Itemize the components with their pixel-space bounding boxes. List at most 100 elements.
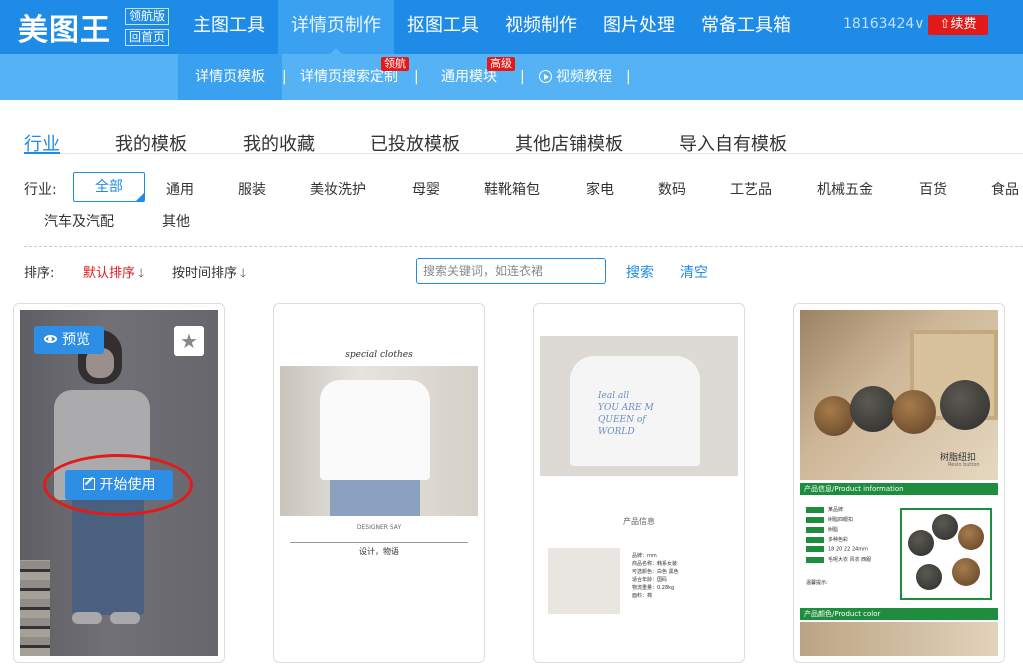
product-info-list: 品牌：mm 商品名称：韩系女装 可选颜色：白色 黑色 适合年龄：国码 物流重量：… bbox=[632, 552, 679, 600]
resin-button-subtitle: Resin button bbox=[948, 462, 980, 468]
sub-nav: 详情页模板 | 详情页搜索定制 领航 | 通用模块 高级 | 视频教程 | bbox=[0, 54, 1023, 100]
spec-value: 18 20 22 24mm bbox=[828, 546, 868, 553]
main-nav: 主图工具 详情页制作 抠图工具 视频制作 图片处理 常备工具箱 bbox=[180, 0, 804, 54]
filter-automotive[interactable]: 汽车及汽配 bbox=[44, 211, 114, 231]
filter-hardware[interactable]: 机械五金 bbox=[817, 179, 873, 199]
tab-import-own-templates[interactable]: 导入自有模板 bbox=[679, 130, 787, 156]
info-line: 面料：棉 bbox=[632, 593, 653, 599]
product-info-bar: 产品信息/Product information bbox=[800, 483, 998, 495]
search-input[interactable] bbox=[416, 258, 606, 284]
spec-value: 树脂 bbox=[828, 527, 839, 533]
filter-beauty[interactable]: 美妆洗护 bbox=[310, 179, 366, 199]
advanced-badge: 高级 bbox=[487, 57, 515, 71]
filter-crafts[interactable]: 工艺品 bbox=[730, 179, 772, 199]
spec-tag bbox=[806, 546, 824, 552]
spec-row: 多种色彩 bbox=[806, 536, 848, 543]
nav-main-image-tools[interactable]: 主图工具 bbox=[180, 0, 278, 54]
nav-detail-page[interactable]: 详情页制作 bbox=[278, 0, 394, 54]
spec-tag bbox=[806, 526, 824, 533]
spec-tag bbox=[806, 556, 824, 563]
filter-general[interactable]: 通用 bbox=[166, 179, 194, 199]
subnav-video-tutorial[interactable]: 视频教程 bbox=[539, 54, 612, 100]
template-card[interactable]: special clothes DESIGNER SAY 设计，物语 bbox=[273, 303, 485, 663]
renew-button[interactable]: ⇧续费 bbox=[928, 15, 988, 35]
filter-apparel[interactable]: 服装 bbox=[238, 179, 266, 199]
video-tutorial-label: 视频教程 bbox=[556, 69, 612, 85]
info-line: 商品名称：韩系女装 bbox=[632, 561, 678, 567]
renew-label: 续费 bbox=[950, 17, 977, 32]
nav-toolbox[interactable]: 常备工具箱 bbox=[688, 0, 804, 54]
user-account[interactable]: 18163424∨ bbox=[843, 16, 925, 32]
top-nav: 美图王 领航版 回首页 主图工具 详情页制作 抠图工具 视频制作 图片处理 常备… bbox=[0, 0, 1023, 54]
product-thumbnail bbox=[548, 548, 620, 614]
nav-image-processing[interactable]: 图片处理 bbox=[590, 0, 688, 54]
button-product bbox=[932, 514, 958, 540]
favorite-button[interactable]: ★ bbox=[174, 326, 204, 356]
subnav-detail-templates[interactable]: 详情页模板 bbox=[178, 54, 282, 100]
separator: | bbox=[626, 69, 631, 85]
preview-button[interactable]: 预览 bbox=[34, 326, 104, 354]
sort-default-label: 默认排序 bbox=[83, 266, 136, 281]
upgrade-arrow-icon: ⇧ bbox=[939, 17, 951, 32]
edit-icon bbox=[82, 478, 95, 490]
template-thumbnail: Ieal all YOU ARE M QUEEN of WORLD 产品信息 品… bbox=[540, 310, 738, 656]
tip-note: 温馨提示: bbox=[806, 580, 828, 586]
spec-row: 毛呢大衣 风衣 西服 bbox=[806, 556, 871, 563]
template-card[interactable]: 预览 ★ 开始使用 bbox=[13, 303, 225, 663]
edition-tag: 领航版 bbox=[125, 8, 170, 25]
nav-video[interactable]: 视频制作 bbox=[492, 0, 590, 54]
spec-row: 树脂 bbox=[806, 526, 838, 533]
nav-cutout-tools[interactable]: 抠图工具 bbox=[394, 0, 492, 54]
info-line: 适合年龄：国码 bbox=[632, 577, 668, 583]
search-button[interactable]: 搜索 bbox=[626, 262, 654, 282]
filter-appliances[interactable]: 家电 bbox=[586, 179, 614, 199]
button-product bbox=[850, 386, 896, 432]
button-product bbox=[892, 390, 936, 434]
tab-active-indicator bbox=[24, 152, 60, 154]
button-product bbox=[940, 380, 990, 430]
template-card[interactable]: 树脂纽扣 Resin button 产品信息/Product informati… bbox=[793, 303, 1005, 663]
separator: | bbox=[414, 69, 419, 85]
clear-button[interactable]: 清空 bbox=[680, 262, 708, 282]
arrow-down-icon: 🡓 bbox=[240, 266, 247, 280]
filter-food[interactable]: 食品 bbox=[991, 179, 1019, 199]
tab-my-templates[interactable]: 我的模板 bbox=[115, 130, 187, 156]
tab-my-favorites[interactable]: 我的收藏 bbox=[243, 130, 315, 156]
start-using-label: 开始使用 bbox=[99, 477, 156, 493]
start-using-button[interactable]: 开始使用 bbox=[65, 470, 173, 500]
designer-say: DESIGNER SAY bbox=[356, 524, 402, 531]
filter-general-merchandise[interactable]: 百货 bbox=[919, 179, 947, 199]
button-color-frame bbox=[900, 508, 992, 600]
spec-value: 树脂四眼扣 bbox=[828, 517, 854, 523]
pilot-badge: 领航 bbox=[381, 57, 409, 71]
filter-digital[interactable]: 数码 bbox=[658, 179, 686, 199]
star-icon: ★ bbox=[180, 329, 198, 353]
button-product bbox=[814, 396, 854, 436]
play-icon bbox=[539, 70, 552, 83]
home-link[interactable]: 回首页 bbox=[125, 29, 170, 46]
spec-row: 18 20 22 24mm bbox=[806, 546, 868, 553]
button-product bbox=[908, 530, 934, 556]
print-line: Ieal all bbox=[598, 391, 630, 401]
filter-maternity[interactable]: 母婴 bbox=[412, 179, 440, 199]
separator: | bbox=[520, 69, 525, 85]
model-shirt bbox=[320, 380, 430, 480]
button-product bbox=[958, 524, 984, 550]
filter-other[interactable]: 其他 bbox=[162, 211, 190, 231]
eye-icon bbox=[44, 335, 57, 343]
spec-tag bbox=[806, 516, 824, 523]
logo-tags: 领航版 回首页 bbox=[125, 8, 170, 46]
filter-all[interactable]: 全部 bbox=[73, 172, 145, 202]
sort-by-time[interactable]: 按时间排序 🡓 bbox=[172, 262, 246, 285]
tab-published-templates[interactable]: 已投放模板 bbox=[370, 130, 460, 156]
logo[interactable]: 美图王 bbox=[18, 6, 111, 48]
sort-default[interactable]: 默认排序 🡓 bbox=[83, 262, 144, 285]
info-line: 品牌：mm bbox=[632, 553, 657, 559]
template-card[interactable]: Ieal all YOU ARE M QUEEN of WORLD 产品信息 品… bbox=[533, 303, 745, 663]
spec-value: 多种色彩 bbox=[828, 537, 849, 543]
design-story-title: 设计，物语 bbox=[359, 547, 399, 556]
filter-shoes-bags[interactable]: 鞋靴箱包 bbox=[484, 179, 540, 199]
tab-other-store-templates[interactable]: 其他店铺模板 bbox=[515, 130, 623, 156]
preview-label: 预览 bbox=[62, 332, 90, 348]
arrow-down-icon: 🡓 bbox=[138, 266, 145, 280]
